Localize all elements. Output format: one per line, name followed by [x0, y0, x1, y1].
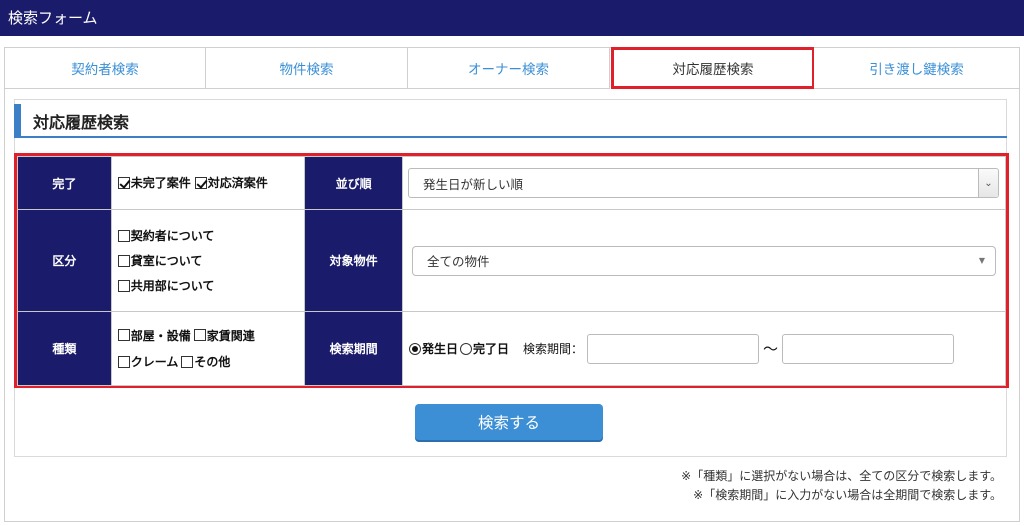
- checkbox-handled-label: 対応済案件: [207, 176, 268, 191]
- note-kind: ※「種類」に選択がない場合は、全ての区分で検索します。: [681, 469, 1002, 483]
- sort-select[interactable]: 発生日が新しい順 ⌄: [408, 168, 999, 198]
- checkbox-claim-label: クレーム: [130, 355, 179, 369]
- sort-label: 並び順: [304, 156, 403, 210]
- checkbox-other[interactable]: その他: [181, 353, 230, 370]
- tab-response-history-search[interactable]: 対応履歴検索: [611, 47, 815, 89]
- tab-contractor-search[interactable]: 契約者検索: [4, 47, 206, 89]
- window-title-bar: 検索フォーム: [0, 0, 1024, 36]
- period-from-input[interactable]: [587, 333, 760, 364]
- caret-down-icon[interactable]: ▼: [979, 256, 985, 265]
- status-label: 完了: [17, 156, 112, 210]
- checkbox-room-equipment-box[interactable]: [117, 329, 130, 341]
- checkbox-common-area[interactable]: 共用部について: [117, 277, 305, 294]
- checkbox-rental-room[interactable]: 貸室について: [117, 252, 305, 269]
- chevron-down-icon[interactable]: ⌄: [978, 169, 998, 197]
- checkbox-contractor-box[interactable]: [117, 229, 130, 242]
- radio-occurrence-date-label: 発生日: [422, 342, 459, 356]
- checkbox-other-label: その他: [194, 355, 231, 369]
- checkbox-other-box[interactable]: [181, 355, 194, 368]
- checkbox-contractor-label: 契約者について: [130, 229, 215, 243]
- section-title: 対応履歴検索: [33, 113, 130, 132]
- status-cell: 未完了案件 対応済案件: [110, 156, 306, 210]
- period-field-label: 検索期間：: [523, 342, 584, 356]
- radio-occurrence-date[interactable]: 発生日: [409, 340, 458, 357]
- checkbox-handled[interactable]: 対応済案件: [194, 174, 268, 191]
- checkbox-room-equipment-label: 部屋・設備: [130, 328, 191, 343]
- radio-occurrence-date-dot[interactable]: [409, 342, 421, 355]
- period-to-input[interactable]: [782, 333, 955, 364]
- checkbox-rent-label: 家賃関連: [206, 328, 255, 343]
- search-button[interactable]: 検索する: [415, 404, 603, 440]
- checkbox-claim[interactable]: クレーム: [117, 353, 179, 370]
- radio-completion-date-dot[interactable]: [460, 342, 473, 355]
- radio-completion-date[interactable]: 完了日: [460, 340, 509, 357]
- property-cell: 全ての物件 ▼: [402, 209, 1006, 312]
- checkbox-incomplete-label: 未完了案件: [130, 176, 191, 191]
- checkbox-claim-box[interactable]: [117, 355, 130, 368]
- checkbox-rent[interactable]: 家賃関連: [193, 327, 255, 344]
- search-form: 完了 未完了案件 対応済案件 並び順 発生日が新しい順 ⌄ 区分 契約者について…: [14, 153, 1009, 388]
- checkbox-room-equipment[interactable]: 部屋・設備: [117, 327, 191, 344]
- property-select-value: 全ての物件: [427, 254, 490, 269]
- checkbox-handled-box[interactable]: [194, 176, 207, 189]
- checkbox-common-area-label: 共用部について: [130, 279, 215, 293]
- section-header: 対応履歴検索: [14, 104, 1007, 138]
- category-cell: 契約者について 貸室について 共用部について: [110, 209, 306, 312]
- section-accent-bar: [14, 104, 21, 136]
- tab-key-handover-search[interactable]: 引き渡し鍵検索: [814, 47, 1020, 89]
- property-select[interactable]: 全ての物件 ▼: [412, 245, 996, 276]
- checkbox-contractor[interactable]: 契約者について: [117, 227, 305, 244]
- checkbox-incomplete[interactable]: 未完了案件: [117, 174, 191, 191]
- sort-select-value: 発生日が新しい順: [423, 176, 524, 192]
- checkbox-incomplete-box[interactable]: [117, 176, 130, 189]
- kind-label: 種類: [17, 311, 112, 386]
- checkbox-common-area-box[interactable]: [117, 279, 130, 292]
- tab-owner-search[interactable]: オーナー検索: [408, 47, 610, 89]
- search-form-table: 完了 未完了案件 対応済案件 並び順 発生日が新しい順 ⌄ 区分 契約者について…: [17, 156, 1006, 386]
- period-separator: 〜: [763, 340, 779, 358]
- checkbox-rent-box[interactable]: [193, 329, 206, 341]
- property-label: 対象物件: [304, 209, 403, 312]
- period-label: 検索期間: [304, 311, 403, 386]
- kind-cell: 部屋・設備 家賃関連 クレーム その他: [110, 311, 306, 386]
- checkbox-rental-room-label: 貸室について: [130, 254, 203, 268]
- checkbox-rental-room-box[interactable]: [117, 254, 130, 267]
- note-period: ※「検索期間」に入力がない場合は全期間で検索します。: [693, 488, 1002, 502]
- window-title: 検索フォーム: [8, 9, 98, 27]
- search-tabs: 契約者検索 物件検索 オーナー検索 対応履歴検索 引き渡し鍵検索: [4, 47, 1020, 89]
- period-cell: 発生日 完了日 検索期間： 〜: [402, 311, 1006, 386]
- radio-completion-date-label: 完了日: [473, 342, 510, 356]
- sort-cell: 発生日が新しい順 ⌄: [402, 156, 1006, 210]
- tab-property-search[interactable]: 物件検索: [206, 47, 408, 89]
- category-label: 区分: [17, 209, 112, 312]
